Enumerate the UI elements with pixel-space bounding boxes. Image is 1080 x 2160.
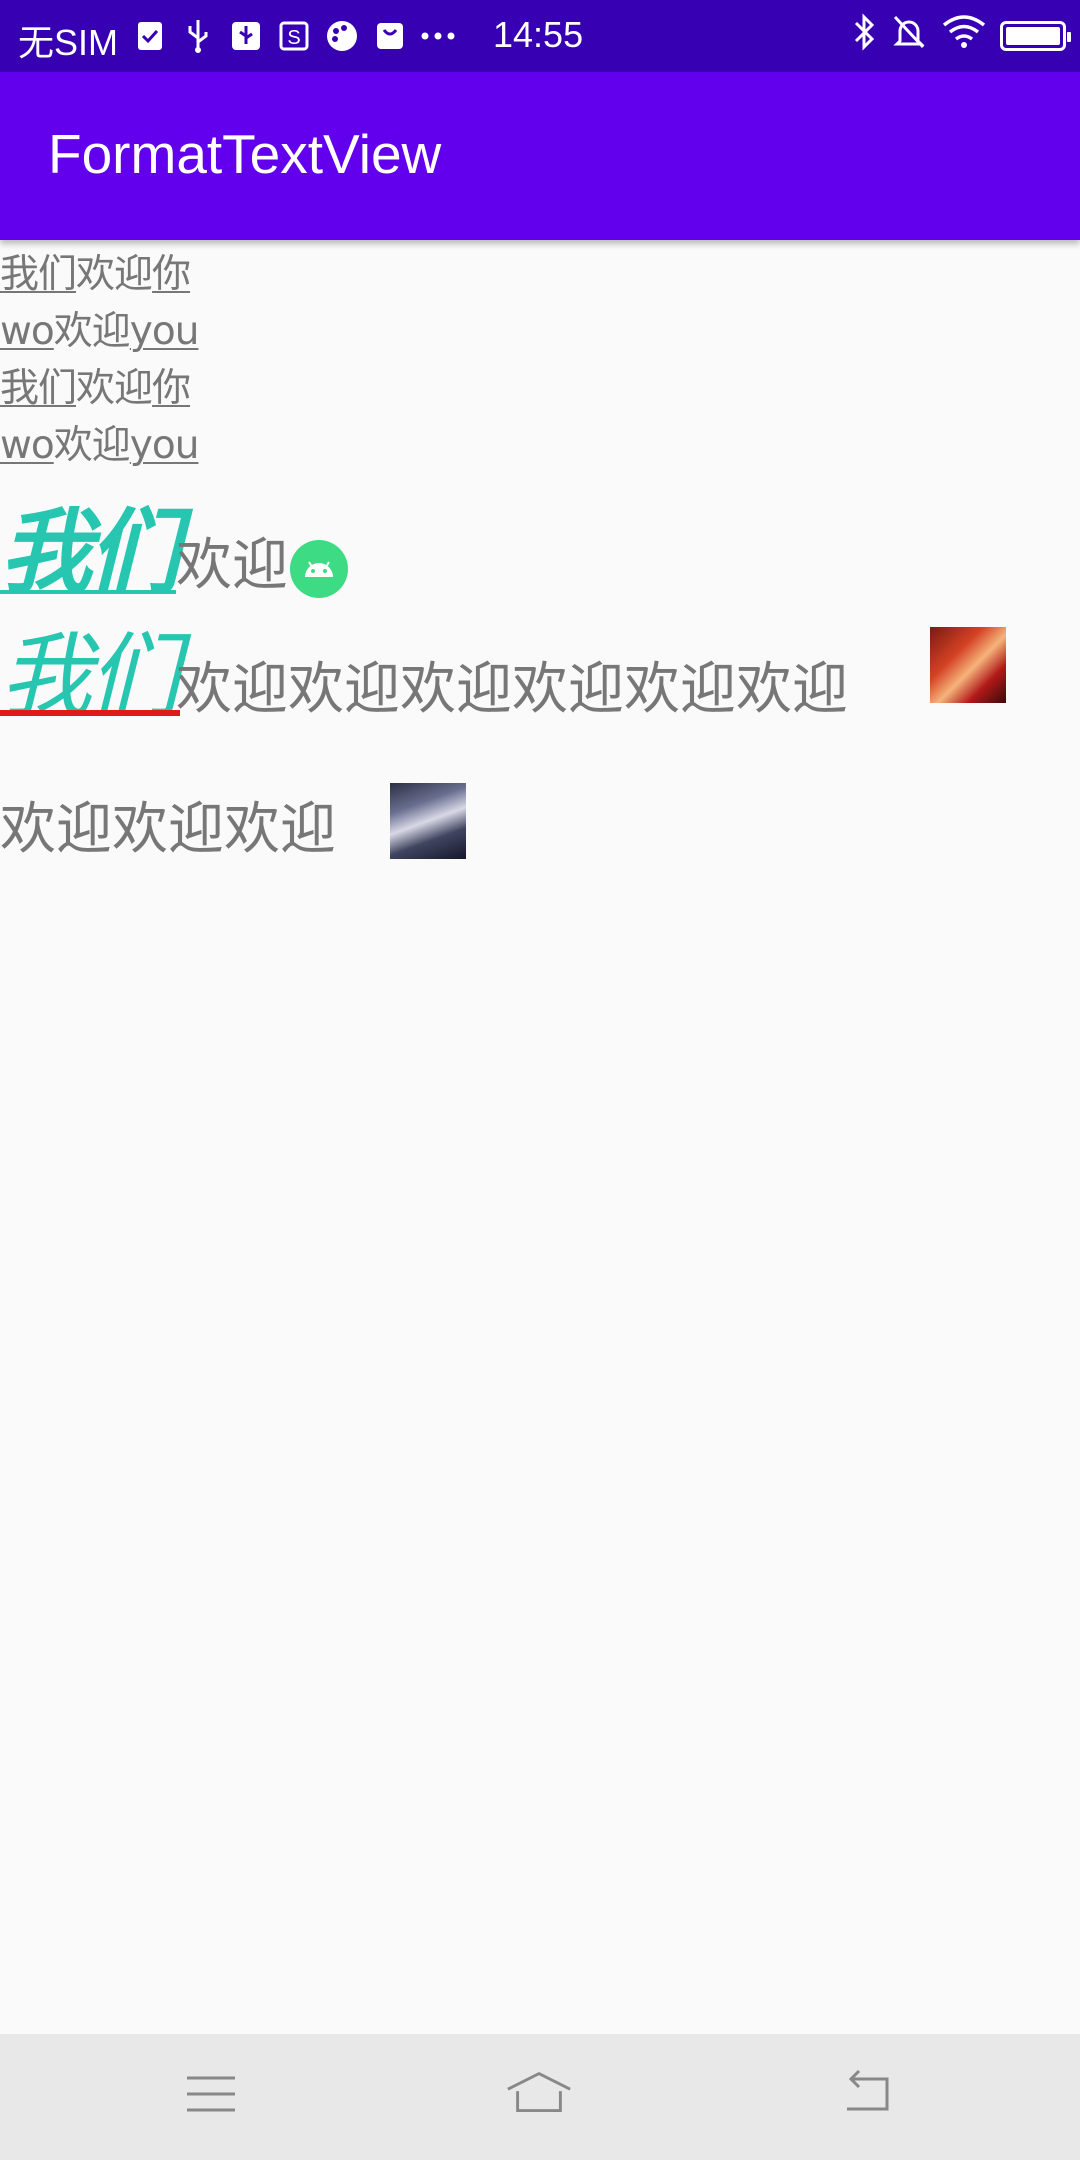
text-line-2: wo欢迎you — [0, 303, 1080, 360]
underlined-text: 我们 — [0, 252, 77, 297]
navigation-bar — [0, 2034, 1080, 2160]
home-icon — [507, 2071, 571, 2112]
plain-text: 欢迎 — [53, 423, 131, 468]
muted-bell-icon — [890, 13, 928, 60]
carrier-label: 无SIM — [18, 22, 119, 63]
plain-text: 欢迎 — [76, 252, 153, 297]
app-bar: FormatTextView — [0, 72, 1080, 240]
underlined-text: you — [129, 309, 200, 354]
more-dots-icon — [420, 16, 456, 56]
menu-icon — [187, 2076, 235, 2112]
wifi-icon — [942, 14, 986, 58]
notification-icons: S — [132, 16, 456, 56]
sync-icon: S — [276, 16, 312, 56]
text-line-3: 我们欢迎你 — [0, 360, 1080, 417]
underlined-text: wo — [0, 309, 55, 354]
anime-image-thumbnail — [930, 627, 1006, 703]
bluetooth-icon — [852, 12, 876, 60]
text-line-7: 欢迎欢迎欢迎 — [0, 784, 336, 865]
app-title: FormatTextView — [48, 123, 442, 185]
home-button[interactable] — [504, 2064, 574, 2124]
text-line-5: 我们欢迎 — [0, 478, 349, 611]
plain-text: 欢迎欢迎欢迎 — [0, 797, 336, 862]
usb-icon — [180, 16, 216, 56]
text-line-1: 我们欢迎你 — [0, 246, 1080, 303]
system-icons — [852, 12, 1071, 60]
back-icon — [847, 2069, 889, 2111]
underlined-text: 我们 — [0, 366, 77, 411]
palette-icon — [324, 16, 360, 56]
battery-icon — [1000, 21, 1071, 51]
underlined-text: 你 — [152, 366, 191, 411]
plain-text: 欢迎 — [76, 366, 153, 411]
plain-text: 欢迎 — [176, 533, 289, 598]
android-icon — [290, 539, 349, 598]
check-icon — [132, 16, 168, 56]
underlined-text: 你 — [152, 252, 191, 297]
underlined-text: wo — [0, 423, 55, 468]
menu-button[interactable] — [176, 2064, 246, 2124]
bag-icon — [372, 16, 408, 56]
usb-debug-icon — [228, 16, 264, 56]
svg-text:S: S — [287, 27, 300, 49]
text-line-4: wo欢迎you — [0, 417, 1080, 474]
status-bar: 无SIM S 14:55 — [0, 0, 1080, 72]
back-button[interactable] — [832, 2064, 902, 2124]
plain-text: 欢迎欢迎欢迎欢迎欢迎欢迎 — [176, 657, 849, 722]
clock: 14:55 — [493, 14, 584, 55]
format-text-content: 我们欢迎你 wo欢迎you 我们欢迎你 wo欢迎you — [0, 246, 1080, 474]
underlined-text: you — [129, 423, 200, 468]
anime-image-thumbnail — [390, 783, 466, 859]
red-underline — [0, 710, 180, 716]
plain-text: 欢迎 — [53, 309, 131, 354]
emphasized-text: 我们 — [0, 499, 180, 606]
